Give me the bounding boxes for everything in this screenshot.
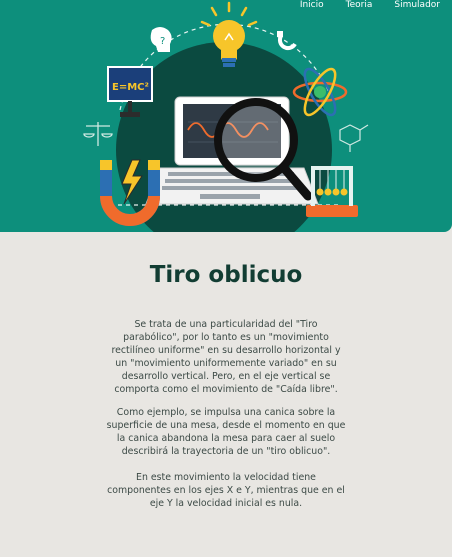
svg-text:?: ? xyxy=(160,36,165,47)
top-nav: Inicio Teoria Simulador xyxy=(278,0,440,14)
formula-text: E=MC² xyxy=(112,82,149,93)
nav-link-inicio[interactable]: Inicio xyxy=(300,0,324,14)
nav-link-teoria[interactable]: Teoria xyxy=(346,0,373,14)
science-illustration: ? E=MC² xyxy=(83,1,369,232)
page-title: Tiro oblicuo xyxy=(149,262,303,288)
paragraph-example: Como ejemplo, se impulsa una canica sobr… xyxy=(106,407,346,457)
newton-cradle-icon xyxy=(306,166,358,217)
small-magnet-icon xyxy=(277,31,297,51)
molecule-icon xyxy=(339,124,369,152)
scale-icon xyxy=(83,122,113,146)
nav-link-simulador[interactable]: Simulador xyxy=(394,0,440,14)
paragraph-definition: Se trata de una particularidad del "Tiro… xyxy=(111,319,341,395)
paragraph-velocity: En este movimiento la velocidad tiene co… xyxy=(107,472,345,509)
head-idea-icon: ? xyxy=(150,27,172,52)
hero-banner: ? E=MC² Inicio Teoria Simulador xyxy=(0,0,452,232)
